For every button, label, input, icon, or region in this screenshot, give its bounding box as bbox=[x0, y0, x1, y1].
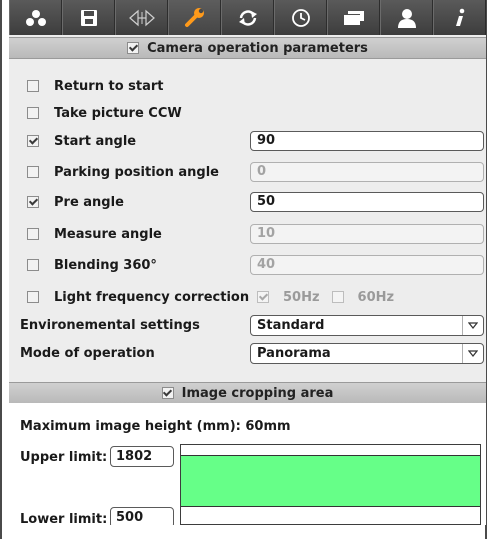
info-icon bbox=[453, 8, 467, 28]
schedule-button[interactable] bbox=[274, 0, 327, 35]
pre-angle-checkbox[interactable] bbox=[27, 196, 39, 208]
measure-angle-row: Measure angle bbox=[27, 224, 162, 244]
info-button[interactable] bbox=[433, 0, 486, 35]
mode-of-operation-value: Panorama bbox=[257, 346, 331, 361]
return-to-start-checkbox[interactable] bbox=[27, 80, 39, 92]
pre-angle-input[interactable]: 50 bbox=[250, 192, 484, 212]
save-icon bbox=[80, 9, 98, 27]
start-angle-row: Start angle bbox=[27, 131, 136, 151]
freq-60hz-label: 60Hz bbox=[357, 289, 395, 305]
environmental-settings-select[interactable]: Standard bbox=[250, 315, 484, 336]
chevron-down-icon bbox=[462, 316, 483, 335]
upper-limit-label: Upper limit: bbox=[20, 450, 108, 465]
freq-60hz-checkbox[interactable] bbox=[331, 291, 344, 303]
measure-angle-checkbox[interactable] bbox=[27, 228, 39, 240]
environmental-settings-label: Environemental settings bbox=[20, 318, 200, 333]
network-button[interactable] bbox=[9, 0, 62, 35]
clock-icon bbox=[291, 8, 311, 28]
lower-limit-input[interactable]: 500 bbox=[110, 507, 174, 525]
chevron-down-icon bbox=[462, 344, 483, 363]
measure-angle-input[interactable]: 10 bbox=[250, 224, 484, 244]
wrench-icon bbox=[184, 7, 206, 28]
camera-section-title: Camera operation parameters bbox=[147, 40, 368, 56]
crop-section-checkbox[interactable] bbox=[161, 387, 174, 399]
blending-360-row: Blending 360° bbox=[27, 255, 157, 275]
light-frequency-row: Light frequency correction bbox=[27, 287, 249, 307]
blending-360-checkbox[interactable] bbox=[27, 259, 39, 271]
pre-angle-label: Pre angle bbox=[54, 194, 124, 210]
mode-of-operation-label: Mode of operation bbox=[20, 346, 155, 361]
crop-section-header: Image cropping area bbox=[9, 382, 486, 404]
parking-position-angle-label: Parking position angle bbox=[54, 164, 219, 180]
start-angle-label: Start angle bbox=[54, 133, 137, 149]
calibration-button[interactable] bbox=[115, 0, 168, 35]
return-to-start-label: Return to start bbox=[54, 78, 164, 94]
calibration-icon bbox=[128, 9, 155, 27]
window-icon bbox=[343, 9, 365, 27]
window-frame-left bbox=[0, 0, 2, 539]
display-button[interactable] bbox=[327, 0, 380, 35]
user-button[interactable] bbox=[380, 0, 433, 35]
toolbar bbox=[9, 0, 486, 35]
camera-section-checkbox[interactable] bbox=[127, 42, 140, 54]
user-icon bbox=[397, 8, 417, 28]
network-icon bbox=[25, 9, 47, 27]
take-picture-ccw-checkbox[interactable] bbox=[27, 107, 39, 119]
freq-50hz-label: 50Hz bbox=[283, 289, 320, 305]
light-frequency-checkbox[interactable] bbox=[27, 291, 39, 303]
start-angle-input[interactable]: 90 bbox=[250, 131, 484, 151]
measure-angle-label: Measure angle bbox=[54, 226, 162, 242]
upper-limit-input[interactable]: 1802 bbox=[110, 446, 174, 467]
parking-position-angle-checkbox[interactable] bbox=[27, 166, 39, 178]
take-picture-ccw-label: Take picture CCW bbox=[54, 105, 182, 121]
pre-angle-row: Pre angle bbox=[27, 192, 124, 212]
take-picture-ccw-row: Take picture CCW bbox=[27, 103, 182, 123]
blending-360-label: Blending 360° bbox=[54, 257, 157, 273]
start-angle-checkbox[interactable] bbox=[27, 135, 39, 147]
save-button[interactable] bbox=[62, 0, 115, 35]
crop-preview bbox=[180, 444, 481, 525]
settings-panel: Camera operation parameters Return to st… bbox=[9, 0, 486, 525]
sync-icon bbox=[237, 9, 259, 27]
max-image-height-label: Maximum image height (mm): 60mm bbox=[20, 419, 291, 434]
camera-section-header: Camera operation parameters bbox=[9, 37, 486, 59]
frequency-options: 50Hz 60Hz bbox=[257, 287, 406, 307]
return-to-start-row: Return to start bbox=[27, 76, 164, 96]
crop-area-handle[interactable] bbox=[181, 455, 480, 507]
settings-button[interactable] bbox=[168, 0, 221, 35]
freq-50hz-checkbox[interactable] bbox=[257, 291, 269, 303]
parking-position-angle-row: Parking position angle bbox=[27, 162, 219, 182]
lower-limit-label: Lower limit: bbox=[20, 512, 108, 525]
mode-of-operation-select[interactable]: Panorama bbox=[250, 343, 484, 364]
parking-position-angle-input[interactable]: 0 bbox=[250, 162, 484, 182]
crop-section-title: Image cropping area bbox=[181, 385, 334, 401]
blending-360-input[interactable]: 40 bbox=[250, 255, 484, 275]
sync-button[interactable] bbox=[221, 0, 274, 35]
environmental-settings-value: Standard bbox=[257, 318, 325, 333]
light-frequency-label: Light frequency correction bbox=[54, 289, 250, 305]
